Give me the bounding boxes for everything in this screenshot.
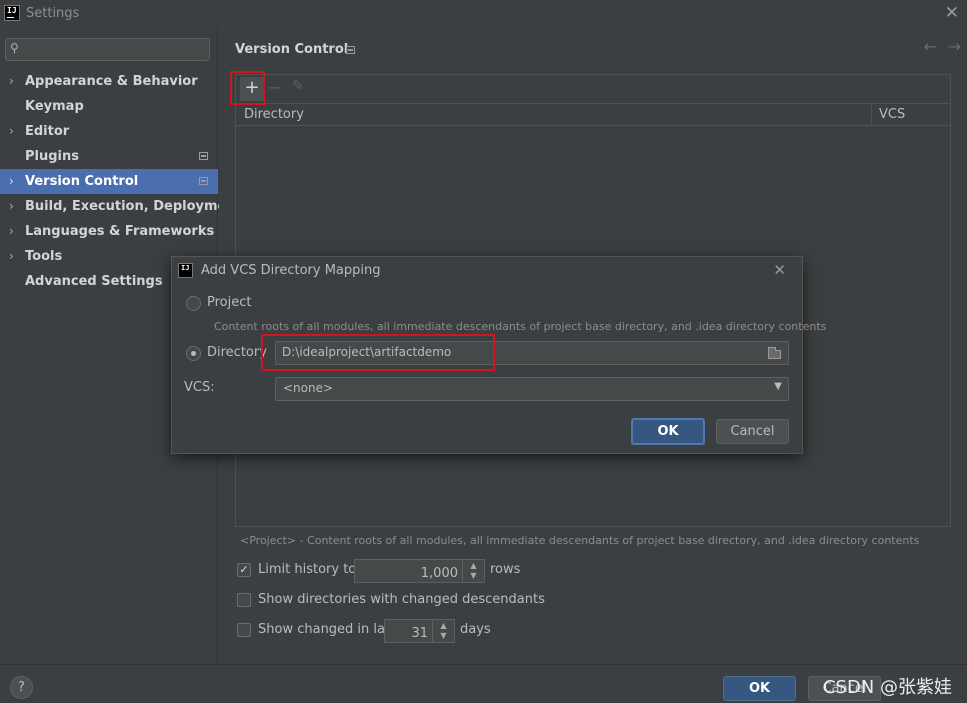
spinner-arrows-icon[interactable]: ▲ ▼: [462, 560, 484, 582]
sidebar-item-appearance-behavior[interactable]: › Appearance & Behavior: [0, 69, 218, 94]
changed-days-value: 31: [411, 626, 428, 641]
column-divider[interactable]: [871, 104, 872, 126]
show-dirs-checkbox[interactable]: [237, 593, 251, 607]
chevron-right-icon[interactable]: ›: [9, 119, 14, 144]
search-input[interactable]: ⚲: [5, 38, 210, 61]
spinner-arrows-icon[interactable]: ▲ ▼: [432, 620, 454, 642]
intellij-icon: IJ: [178, 263, 193, 278]
chevron-right-icon[interactable]: ›: [9, 69, 14, 94]
sidebar-item-label: Languages & Frameworks: [25, 224, 215, 239]
show-changed-checkbox[interactable]: [237, 623, 251, 637]
window-title: Settings: [26, 6, 80, 21]
limit-history-label: Limit history to:: [258, 562, 361, 577]
sidebar-item-label: Advanced Settings: [25, 274, 163, 289]
sidebar-item-label: Version Control: [25, 174, 139, 189]
highlight-box: [230, 71, 265, 105]
watermark: CSDN @张紫娃: [822, 677, 952, 698]
project-level-icon: [199, 152, 208, 160]
history-limit-spinner[interactable]: 1,000 ▲ ▼: [354, 559, 485, 583]
add-vcs-mapping-dialog: IJ Add VCS Directory Mapping ✕ Project C…: [171, 256, 826, 454]
directory-radio-label: Directory: [207, 345, 267, 360]
project-hint: <Project> - Content roots of all modules…: [240, 534, 920, 547]
days-label: days: [460, 622, 491, 637]
close-icon[interactable]: ✕: [773, 261, 786, 279]
chevron-down-icon[interactable]: ▼: [774, 381, 782, 392]
project-radio[interactable]: [186, 296, 201, 311]
sidebar-item-version-control[interactable]: › Version Control: [0, 169, 218, 194]
page-title: Version Control: [235, 42, 349, 57]
forward-arrow-icon[interactable]: →: [948, 37, 961, 56]
changed-days-spinner[interactable]: 31 ▲ ▼: [384, 619, 455, 643]
show-changed-label: Show changed in last: [258, 622, 397, 637]
dialog-footer: ? OK Cancel CSDN @张紫娃: [0, 664, 967, 703]
column-header-directory[interactable]: Directory: [244, 107, 304, 122]
sidebar-item-label: Editor: [25, 124, 70, 139]
table-toolbar: + − ✎: [230, 71, 950, 105]
sidebar-item-languages-frameworks[interactable]: › Languages & Frameworks: [0, 219, 218, 244]
dialog-ok-button[interactable]: OK: [631, 418, 705, 445]
help-button[interactable]: ?: [10, 676, 33, 699]
show-dirs-label: Show directories with changed descendant…: [258, 592, 545, 607]
history-limit-value: 1,000: [420, 566, 458, 581]
intellij-icon: IJ: [4, 5, 20, 21]
sidebar-item-build-execution-deployment[interactable]: › Build, Execution, Deployment: [0, 194, 242, 219]
vcs-label: VCS:: [184, 380, 215, 395]
chevron-right-icon[interactable]: ›: [9, 219, 14, 244]
chevron-right-icon[interactable]: ›: [9, 169, 14, 194]
rows-label: rows: [490, 562, 521, 577]
sidebar-item-plugins[interactable]: Plugins: [0, 144, 218, 169]
sidebar-item-label: Build, Execution, Deployment: [25, 199, 242, 214]
sidebar-item-label: Appearance & Behavior: [25, 74, 198, 89]
close-icon[interactable]: ✕: [945, 3, 959, 23]
dialog-cancel-button[interactable]: Cancel: [716, 419, 789, 444]
sidebar-item-editor[interactable]: › Editor: [0, 119, 218, 144]
sidebar-item-keymap[interactable]: Keymap: [0, 94, 218, 119]
project-radio-label: Project: [207, 295, 252, 310]
sidebar-item-label: Keymap: [25, 99, 84, 114]
table-header: Directory VCS: [236, 104, 950, 126]
sidebar-item-label: Tools: [25, 249, 63, 264]
project-option-hint: Content roots of all modules, all immedi…: [214, 320, 827, 333]
minus-icon[interactable]: −: [268, 78, 281, 97]
project-level-icon: [346, 46, 355, 54]
chevron-right-icon[interactable]: ›: [9, 244, 14, 269]
vcs-select[interactable]: <none> ▼: [275, 377, 789, 401]
dialog-title: Add VCS Directory Mapping: [201, 263, 381, 278]
folder-icon[interactable]: [768, 347, 781, 359]
back-arrow-icon[interactable]: ←: [924, 37, 937, 56]
search-icon: ⚲: [10, 41, 19, 55]
project-level-icon: [199, 177, 208, 185]
highlight-box: [261, 334, 495, 371]
chevron-right-icon[interactable]: ›: [9, 194, 14, 219]
ok-button[interactable]: OK: [723, 676, 796, 701]
directory-radio[interactable]: [186, 346, 201, 361]
vcs-selected-value: <none>: [283, 381, 334, 395]
pencil-icon[interactable]: ✎: [292, 78, 304, 94]
sidebar-item-label: Plugins: [25, 149, 79, 164]
limit-history-checkbox[interactable]: ✓: [237, 563, 251, 577]
title-bar: IJ Settings ✕: [0, 0, 967, 28]
column-header-vcs[interactable]: VCS: [879, 107, 905, 122]
